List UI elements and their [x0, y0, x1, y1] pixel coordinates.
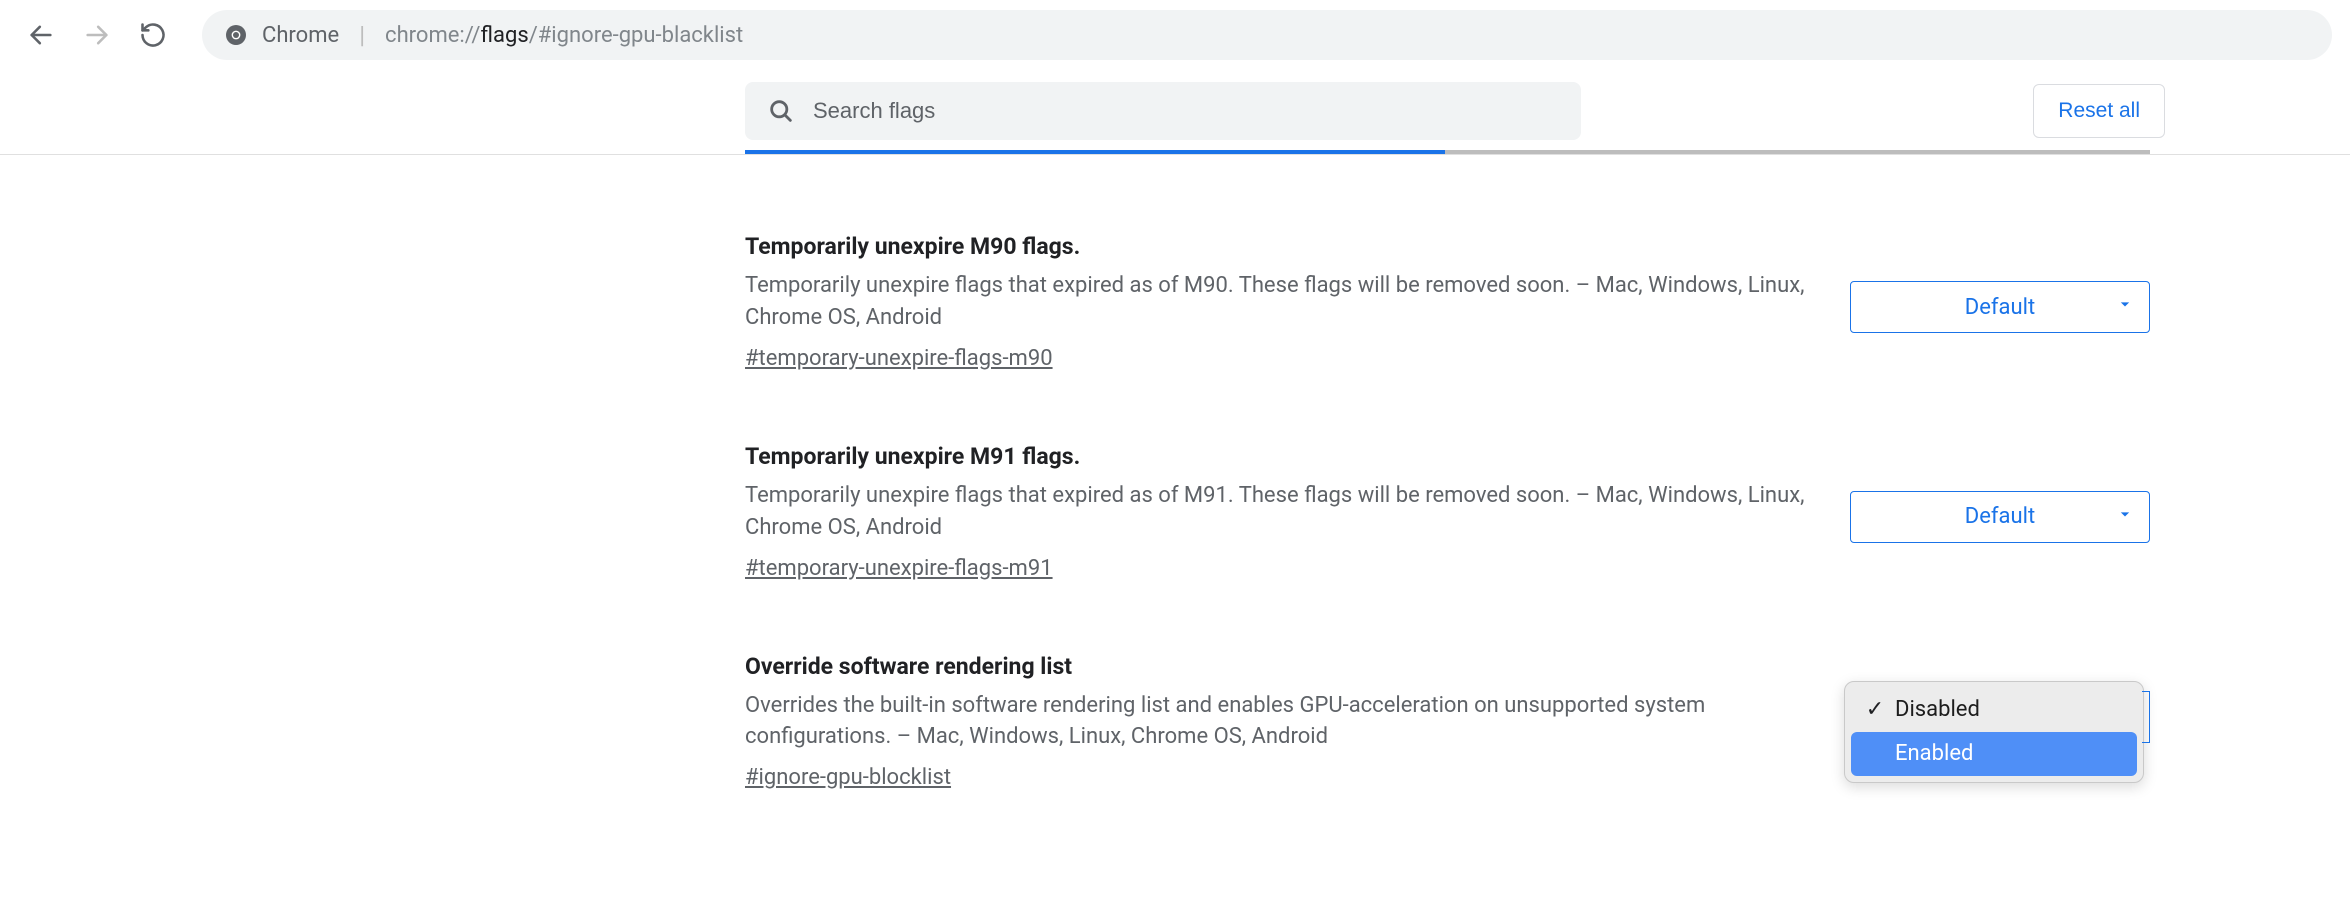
flags-header: Reset all: [0, 70, 2350, 155]
flag-select-border: [2142, 691, 2150, 743]
omnibox-separator: |: [353, 21, 371, 49]
flag-title: Temporarily unexpire M91 flags.: [745, 443, 1810, 470]
flag-select-value: Default: [1965, 504, 2035, 529]
flag-row: Override software rendering list Overrid…: [745, 653, 2150, 791]
flag-select-value: Default: [1965, 295, 2035, 320]
flag-anchor-link[interactable]: #temporary-unexpire-flags-m90: [745, 346, 1053, 371]
flag-description: Overrides the built-in software renderin…: [745, 690, 1804, 754]
tab-available[interactable]: [745, 150, 1445, 154]
reload-icon: [139, 21, 167, 49]
omnibox-site-label: Chrome: [262, 23, 339, 48]
back-button[interactable]: [24, 18, 58, 52]
dropdown-option-label: Disabled: [1895, 697, 1980, 722]
flag-description: Temporarily unexpire flags that expired …: [745, 270, 1810, 334]
flag-select[interactable]: Default: [1850, 281, 2150, 333]
flag-select-open: ✓ Disabled ✓ Enabled: [1844, 681, 2150, 783]
tab-unavailable[interactable]: [1445, 150, 2150, 154]
omnibox-url: chrome://flags/#ignore-gpu-blacklist: [385, 23, 743, 48]
flag-row: Temporarily unexpire M90 flags. Temporar…: [745, 233, 2150, 371]
flag-select[interactable]: Default: [1850, 491, 2150, 543]
search-flags-box[interactable]: [745, 82, 1581, 140]
flag-row: Temporarily unexpire M91 flags. Temporar…: [745, 443, 2150, 581]
dropdown-menu: ✓ Disabled ✓ Enabled: [1844, 681, 2144, 783]
chrome-icon: [224, 23, 248, 47]
chevron-down-icon: [2115, 294, 2135, 320]
forward-button[interactable]: [80, 18, 114, 52]
dropdown-option-disabled[interactable]: ✓ Disabled: [1851, 688, 2137, 732]
flag-anchor-link[interactable]: #ignore-gpu-blocklist: [745, 765, 951, 790]
reload-button[interactable]: [136, 18, 170, 52]
flag-description: Temporarily unexpire flags that expired …: [745, 480, 1810, 544]
reset-all-button[interactable]: Reset all: [2033, 84, 2165, 138]
dropdown-option-label: Enabled: [1895, 741, 1973, 766]
flag-title: Override software rendering list: [745, 653, 1804, 680]
tab-indicator: [745, 150, 2150, 154]
omnibox[interactable]: Chrome | chrome://flags/#ignore-gpu-blac…: [202, 10, 2332, 60]
flags-list: Temporarily unexpire M90 flags. Temporar…: [745, 155, 2150, 790]
search-flags-input[interactable]: [813, 98, 1559, 124]
check-icon: ✓: [1865, 697, 1885, 722]
flag-title: Temporarily unexpire M90 flags.: [745, 233, 1810, 260]
browser-toolbar: Chrome | chrome://flags/#ignore-gpu-blac…: [0, 0, 2350, 70]
arrow-right-icon: [83, 21, 111, 49]
dropdown-option-enabled[interactable]: ✓ Enabled: [1851, 732, 2137, 776]
search-icon: [767, 97, 795, 125]
chevron-down-icon: [2115, 504, 2135, 530]
flag-anchor-link[interactable]: #temporary-unexpire-flags-m91: [745, 556, 1053, 581]
arrow-left-icon: [27, 21, 55, 49]
